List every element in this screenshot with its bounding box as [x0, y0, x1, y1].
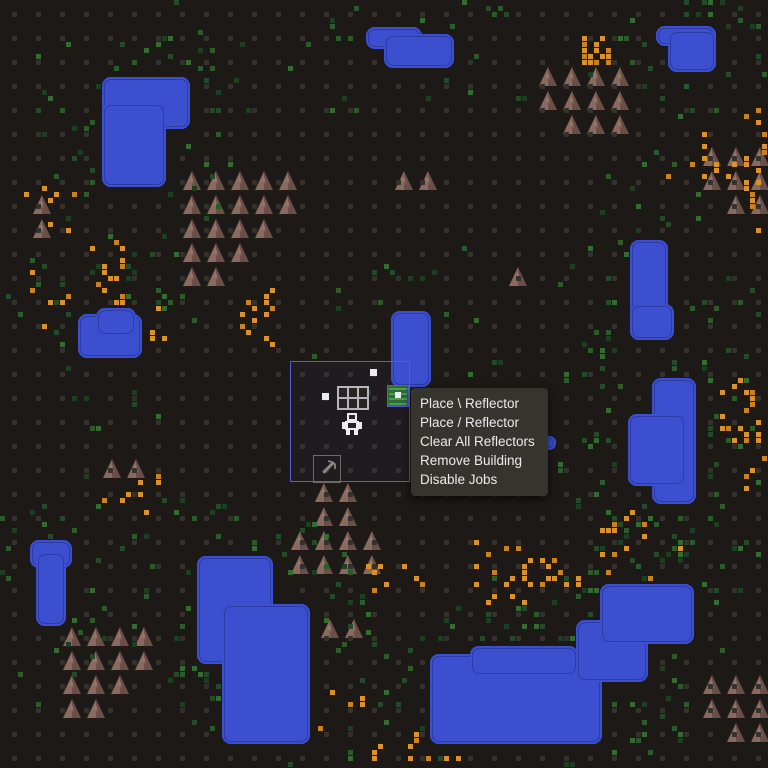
context-menu-item[interactable]: Place / Reflector: [411, 413, 548, 432]
context-menu-item[interactable]: Disable Jobs: [411, 470, 548, 489]
pickaxe-icon: [322, 460, 337, 474]
game-map-viewport[interactable]: Place \ Reflector Place / Reflector Clear …: [0, 0, 768, 768]
drag-selection-rectangle[interactable]: [290, 361, 410, 482]
map-context-menu[interactable]: Place \ Reflector Place / Reflector Clear …: [411, 388, 548, 496]
context-menu-item[interactable]: Place \ Reflector: [411, 394, 548, 413]
mining-designation-pickaxe[interactable]: [313, 455, 341, 483]
context-menu-item[interactable]: Clear All Reflectors: [411, 432, 548, 451]
context-menu-item[interactable]: Remove Building: [411, 451, 548, 470]
ui-overlay-layer: Place \ Reflector Place / Reflector Clear …: [0, 0, 768, 768]
